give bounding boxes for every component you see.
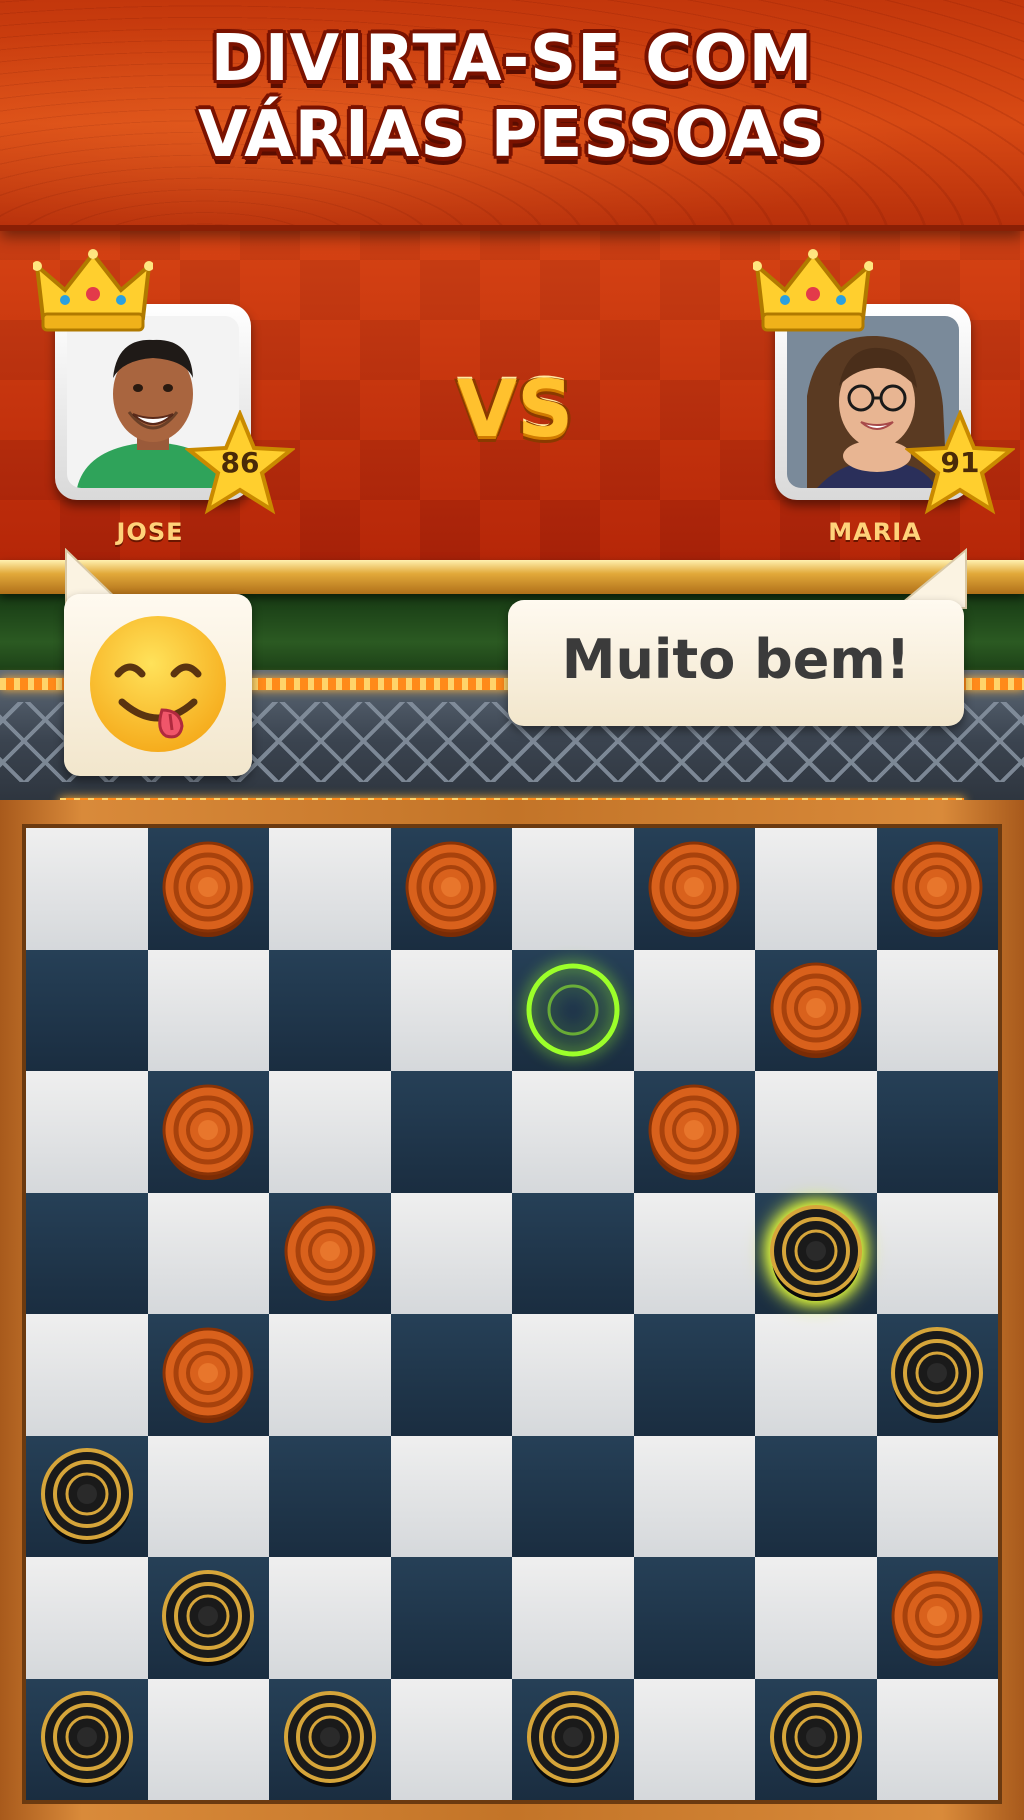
board-square — [269, 1071, 391, 1193]
orange-checker-piece[interactable] — [158, 1325, 258, 1425]
board-square — [755, 1314, 877, 1436]
level-number: 86 — [220, 446, 260, 479]
board-square[interactable] — [512, 1192, 634, 1314]
board-square — [269, 1314, 391, 1436]
board-square — [633, 1678, 755, 1800]
crown-icon — [753, 249, 873, 332]
black-checker-piece[interactable] — [280, 1689, 380, 1789]
board-square[interactable] — [633, 1557, 755, 1679]
board-square — [512, 1314, 634, 1436]
headline-line-2: VÁRIAS PESSOAS — [198, 98, 826, 172]
black-checker-piece[interactable] — [523, 1689, 623, 1789]
level-number: 91 — [940, 446, 980, 479]
board-square — [269, 1557, 391, 1679]
board-square — [26, 1314, 148, 1436]
board-square[interactable] — [269, 949, 391, 1071]
crown-icon — [33, 249, 153, 332]
black-checker-piece[interactable] — [37, 1689, 137, 1789]
text-speech-bubble: Muito bem! — [508, 600, 964, 726]
board-square — [633, 1435, 755, 1557]
player-name-left: JOSE — [116, 518, 184, 546]
board-square — [147, 1435, 269, 1557]
board-square — [390, 1678, 512, 1800]
emoji-speech-bubble — [64, 594, 252, 776]
board-square — [390, 1192, 512, 1314]
board-square — [390, 1435, 512, 1557]
board-square — [26, 828, 148, 950]
board-square — [512, 828, 634, 950]
level-star-badge: 86 — [183, 408, 297, 516]
board-square — [755, 1071, 877, 1193]
selected-black-checker-piece[interactable] — [766, 1203, 866, 1303]
orange-checker-piece[interactable] — [766, 960, 866, 1060]
board-square[interactable] — [755, 1435, 877, 1557]
promo-banner: DIVIRTA-SE COM VÁRIAS PESSOAS — [0, 0, 1024, 231]
board-square — [876, 1678, 998, 1800]
headline-line-1: DIVIRTA-SE COM — [210, 22, 814, 96]
orange-checker-piece[interactable] — [401, 839, 501, 939]
orange-checker-piece[interactable] — [887, 1568, 987, 1668]
players-panel: 86 JOSE VS 91 MARIA — [0, 200, 1024, 570]
board-square[interactable] — [26, 1192, 148, 1314]
board-square — [633, 949, 755, 1071]
player-card-maria[interactable]: 91 — [753, 249, 1017, 515]
orange-checker-piece[interactable] — [158, 1082, 258, 1182]
black-checker-piece[interactable] — [887, 1325, 987, 1425]
player-name-right: MARIA — [828, 518, 922, 546]
board-square — [633, 1192, 755, 1314]
board-square — [755, 828, 877, 950]
board-square[interactable] — [512, 1435, 634, 1557]
orange-checker-piece[interactable] — [644, 839, 744, 939]
board-square — [147, 1192, 269, 1314]
board-square — [26, 1071, 148, 1193]
board-square — [512, 1071, 634, 1193]
board-square — [876, 949, 998, 1071]
board-square — [147, 949, 269, 1071]
orange-checker-piece[interactable] — [644, 1082, 744, 1182]
black-checker-piece[interactable] — [37, 1446, 137, 1546]
checkers-board — [26, 828, 998, 1800]
yum-face-emoji-icon — [90, 616, 226, 752]
board-square — [390, 949, 512, 1071]
board-square — [876, 1435, 998, 1557]
board-square[interactable] — [633, 1314, 755, 1436]
board-square — [512, 1557, 634, 1679]
orange-checker-piece[interactable] — [280, 1203, 380, 1303]
chat-message-text: Muito bem! — [561, 628, 911, 691]
table-gold-rail — [0, 560, 1024, 594]
board-square — [147, 1678, 269, 1800]
board-square[interactable] — [876, 1071, 998, 1193]
board-square[interactable] — [390, 1314, 512, 1436]
board-square[interactable] — [269, 1435, 391, 1557]
game-screen: DIVIRTA-SE COM VÁRIAS PESSOAS 86 JOSE VS… — [0, 0, 1024, 1820]
move-target-ring[interactable] — [521, 958, 625, 1062]
board-square[interactable] — [26, 949, 148, 1071]
board-square — [269, 828, 391, 950]
board-square — [876, 1192, 998, 1314]
orange-checker-piece[interactable] — [887, 839, 987, 939]
level-star-badge: 91 — [903, 408, 1017, 516]
board-square[interactable] — [390, 1557, 512, 1679]
board-square — [26, 1557, 148, 1679]
board-square[interactable] — [390, 1071, 512, 1193]
orange-checker-piece[interactable] — [158, 839, 258, 939]
black-checker-piece[interactable] — [766, 1689, 866, 1789]
black-checker-piece[interactable] — [158, 1568, 258, 1668]
vs-label: VS — [456, 365, 574, 455]
board-square — [755, 1557, 877, 1679]
player-card-jose[interactable]: 86 — [33, 249, 297, 515]
